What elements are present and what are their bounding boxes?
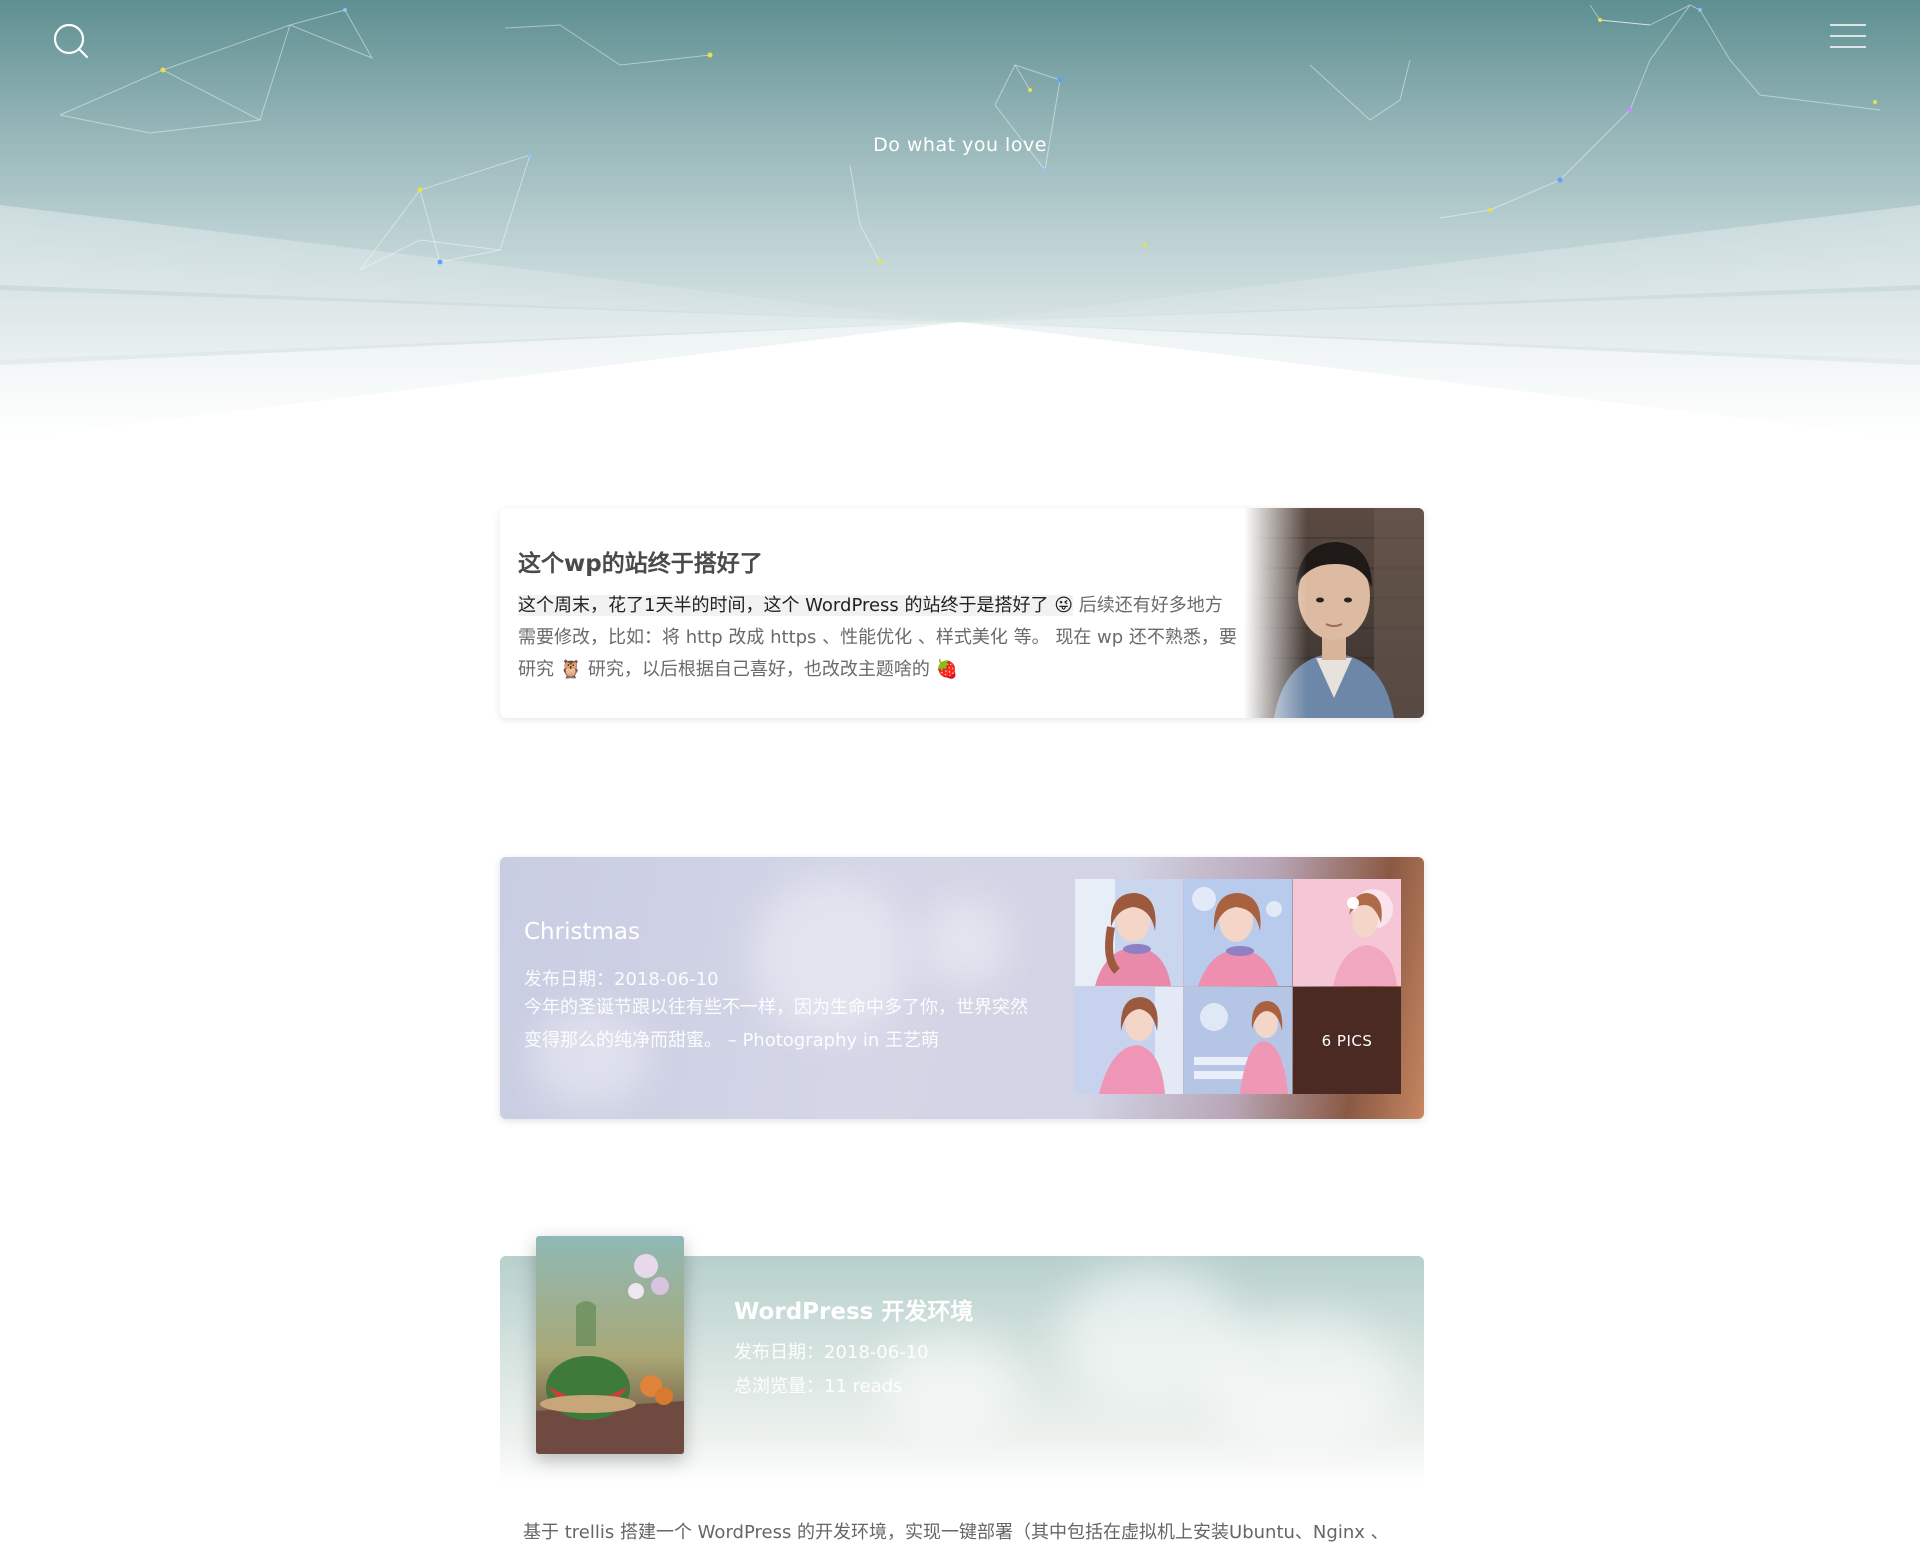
post-date-label: 发布日期： (524, 969, 614, 990)
bokeh-decoration (1200, 1316, 1400, 1446)
photo-girl-2 (1184, 879, 1292, 986)
post-views-label: 总浏览量： (734, 1376, 824, 1397)
post-title[interactable]: Christmas (524, 919, 640, 945)
gallery-thumb[interactable] (1075, 879, 1183, 986)
more-pics-overlay[interactable]: 6 PICS (1293, 987, 1401, 1094)
author-portrait-image (1244, 508, 1424, 718)
author-photo[interactable] (1244, 508, 1424, 718)
post-title[interactable]: WordPress 开发环境 (734, 1292, 973, 1326)
constellation-decoration (59, 4, 1881, 271)
post-excerpt: 今年的圣诞节跟以往有些不一样，因为生命中多了你，世界突然变得那么的纯净而甜蜜。 … (524, 997, 1028, 1051)
pics-count: 6 PICS (1321, 1031, 1373, 1050)
post-card-christmas[interactable]: Christmas 发布日期：2018-06-10 今年的圣诞节跟以往有些不一样… (500, 857, 1424, 1119)
excerpt-highlight: 这个周末，花了1天半的时间，这个 WordPress 的站终于是搭好了 😜 (518, 595, 1074, 616)
post-views-value: 11 reads (824, 1376, 903, 1397)
hamburger-menu-icon (1830, 24, 1866, 48)
post-date: 发布日期：2018-06-10 (734, 1338, 929, 1364)
bokeh-decoration (920, 897, 1010, 987)
post-card-wp-site[interactable]: 这个wp的站终于搭好了 这个周末，花了1天半的时间，这个 WordPress 的… (500, 508, 1424, 718)
hero-header: Do what you love (0, 0, 1920, 440)
post-title[interactable]: 这个wp的站终于搭好了 (518, 544, 763, 578)
still-life-watermelon-image (536, 1236, 684, 1454)
post-excerpt: 基于 trellis 搭建一个 WordPress 的开发环境，实现一键部署（其… (523, 1522, 1389, 1543)
post-date-value: 2018-06-10 (614, 969, 719, 990)
post-date: 发布日期：2018-06-10 (524, 965, 719, 991)
search-button[interactable] (52, 22, 92, 62)
photo-girl-5 (1184, 987, 1292, 1094)
gallery-thumb[interactable] (1293, 879, 1401, 986)
post-date-label: 发布日期： (734, 1342, 824, 1363)
gallery-thumb[interactable] (1184, 987, 1292, 1094)
post-cover-image[interactable] (536, 1236, 684, 1454)
photo-girl-4 (1075, 987, 1183, 1094)
post-date-value: 2018-06-10 (824, 1342, 929, 1363)
post-views: 总浏览量：11 reads (734, 1372, 903, 1398)
photo-girl-3 (1293, 879, 1401, 986)
photo-gallery[interactable]: 6 PICS (1075, 879, 1401, 1095)
post-excerpt: 这个周末，花了1天半的时间，这个 WordPress 的站终于是搭好了 😜 后续… (518, 590, 1238, 686)
gallery-thumb[interactable] (1075, 987, 1183, 1094)
photo-girl-1 (1075, 879, 1183, 986)
menu-button[interactable] (1828, 22, 1868, 52)
search-icon (53, 23, 89, 59)
gallery-thumb[interactable] (1184, 879, 1292, 986)
post-card-wordpress-dev[interactable]: WordPress 开发环境 发布日期：2018-06-10 总浏览量：11 r… (500, 1236, 1424, 1556)
site-tagline: Do what you love (873, 134, 1047, 156)
